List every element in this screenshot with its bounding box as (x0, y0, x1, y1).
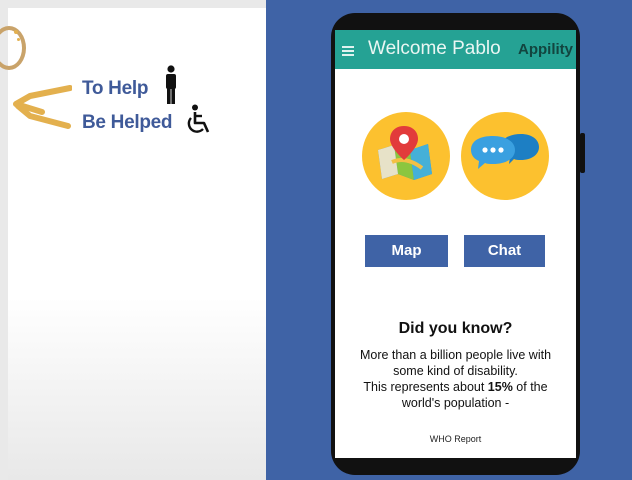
stat-percentage: 15% (487, 380, 513, 394)
be-helped-label: Be Helped (82, 112, 173, 133)
app-header: Welcome Pablo Appility (335, 30, 576, 69)
phone-side-button (580, 133, 585, 173)
standing-person-icon (166, 65, 176, 104)
app-title: Welcome Pablo (368, 38, 501, 59)
logo-dot (17, 38, 20, 41)
app-brand: Appility (518, 41, 573, 58)
left-border (0, 0, 8, 480)
did-you-know-body: More than a billion people live with som… (349, 347, 562, 411)
source-label: WHO Report (429, 434, 482, 444)
chat-icon[interactable] (461, 112, 549, 200)
chat-button[interactable]: Chat (464, 235, 545, 267)
stat-prefix: This represents about (363, 380, 488, 394)
phone-screen: Welcome Pablo Appility Map Chat Did you … (335, 30, 576, 458)
logo-arc (0, 26, 26, 70)
exchange-arrows-icon (13, 85, 72, 129)
to-help-label: To Help (82, 78, 149, 99)
hamburger-menu-icon[interactable] (342, 46, 354, 56)
map-icon[interactable] (362, 112, 450, 200)
map-button[interactable]: Map (365, 235, 448, 267)
logo-dot (14, 30, 18, 34)
did-you-know-line2: This represents about 15% of the world's… (349, 379, 562, 411)
did-you-know-line1: More than a billion people live with som… (359, 348, 552, 378)
slide-left-panel: To Help Be Helped (0, 0, 266, 480)
top-border (0, 0, 266, 8)
did-you-know-title: Did you know? (398, 320, 513, 337)
wheelchair-icon (187, 104, 210, 133)
